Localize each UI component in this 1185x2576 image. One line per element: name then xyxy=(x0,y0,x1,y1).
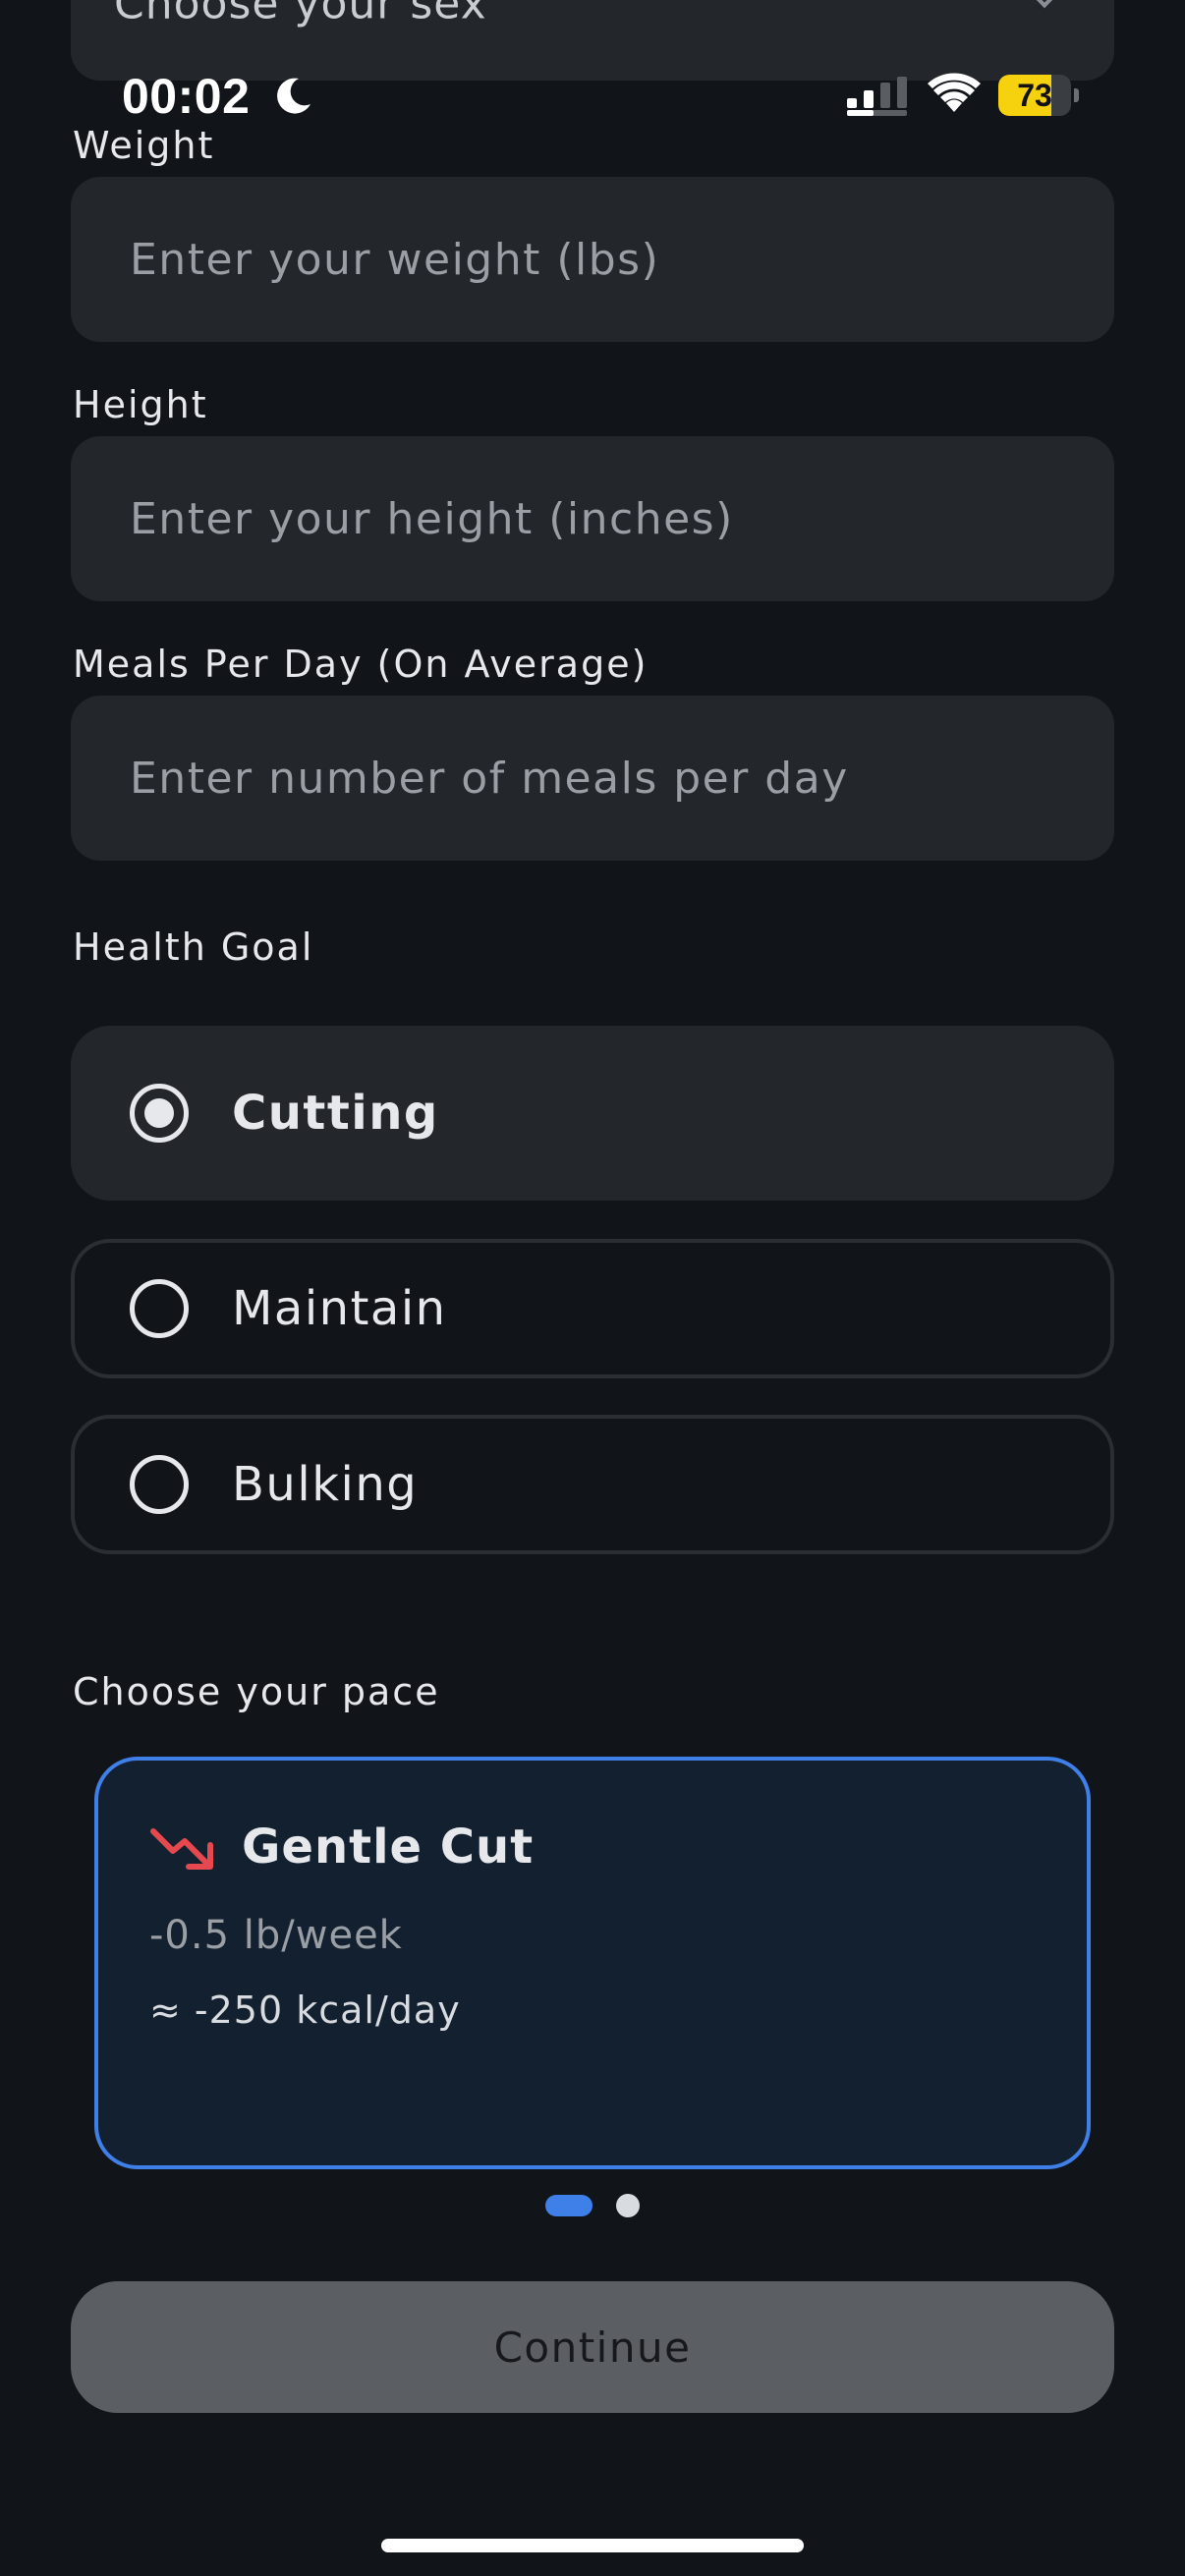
trending-down-icon xyxy=(150,1828,213,1870)
pace-card-title: Gentle Cut xyxy=(242,1820,535,1875)
battery-indicator: 73 xyxy=(998,75,1079,116)
height-label: Height xyxy=(73,383,208,426)
pace-card-rate: -0.5 lb/week xyxy=(149,1913,403,1958)
height-input[interactable] xyxy=(71,436,1114,601)
radio-unselected-icon xyxy=(130,1279,189,1338)
goal-option-bulking[interactable]: Bulking xyxy=(71,1415,1114,1554)
weight-input[interactable] xyxy=(71,177,1114,342)
chevron-down-icon xyxy=(1023,0,1066,9)
goal-option-label: Cutting xyxy=(232,1086,439,1141)
health-goal-label: Health Goal xyxy=(73,925,314,969)
pager-dot-active[interactable] xyxy=(545,2195,592,2216)
cellular-signal-icon xyxy=(847,77,907,116)
sex-select-value: Choose your sex xyxy=(114,0,487,29)
pace-label: Choose your pace xyxy=(73,1670,440,1713)
goal-option-label: Maintain xyxy=(232,1281,447,1336)
meals-per-day-label: Meals Per Day (On Average) xyxy=(73,643,649,686)
moon-icon xyxy=(277,78,310,114)
wifi-icon xyxy=(928,73,981,112)
radio-unselected-icon xyxy=(130,1455,189,1514)
pace-card-kcal: ≈ -250 kcal/day xyxy=(149,1988,461,2032)
meals-per-day-input[interactable] xyxy=(71,696,1114,861)
pace-card-gentle-cut[interactable]: Gentle Cut -0.5 lb/week ≈ -250 kcal/day xyxy=(94,1757,1091,2169)
pager-dot[interactable] xyxy=(616,2194,640,2217)
weight-label: Weight xyxy=(73,124,215,167)
radio-selected-icon xyxy=(130,1084,189,1143)
home-indicator[interactable] xyxy=(381,2539,804,2552)
goal-option-maintain[interactable]: Maintain xyxy=(71,1239,1114,1378)
goal-option-cutting[interactable]: Cutting xyxy=(71,1026,1114,1201)
continue-button[interactable]: Continue xyxy=(71,2281,1114,2413)
status-bar: 00:02 73 xyxy=(0,61,1185,132)
goal-option-label: Bulking xyxy=(232,1457,419,1512)
status-time: 00:02 xyxy=(122,69,251,124)
battery-level: 73 xyxy=(1017,78,1052,113)
